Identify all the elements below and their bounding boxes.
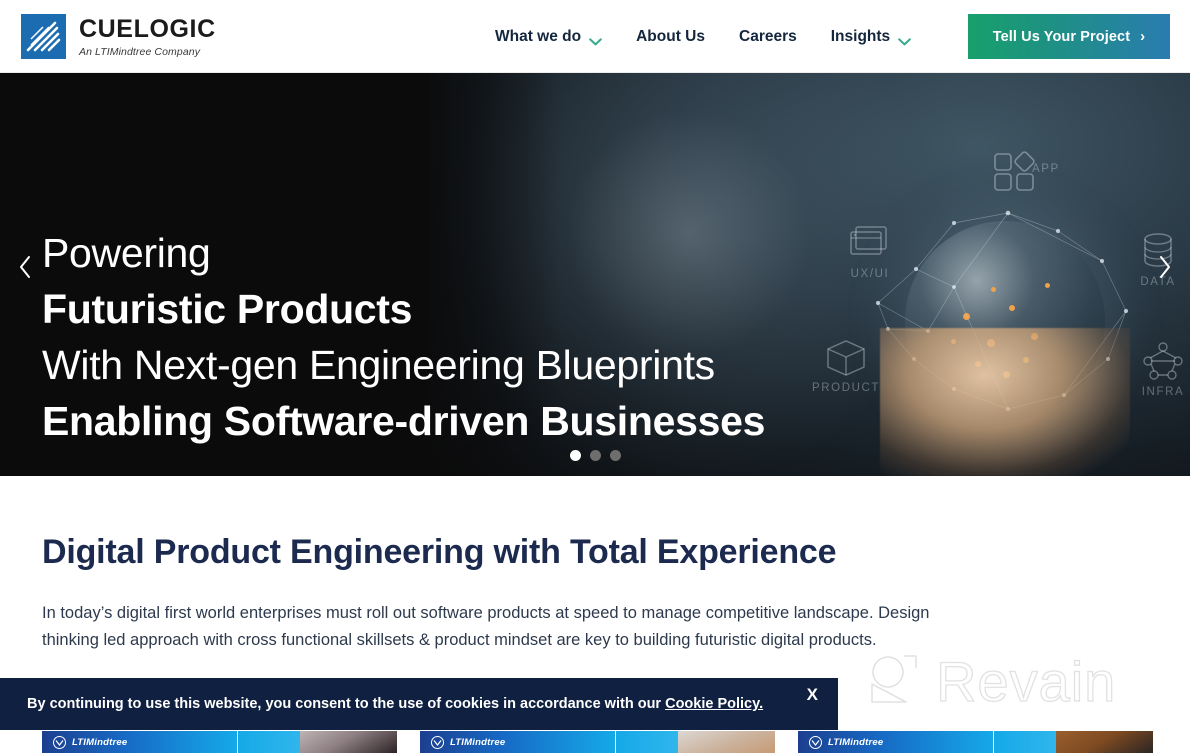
main-navigation: What we do About Us Careers Insights [495, 0, 912, 73]
cookie-message-text: By continuing to use this website, you c… [27, 696, 666, 712]
ltimindtree-logo-icon [53, 735, 66, 749]
carousel-dot-3[interactable] [609, 450, 621, 461]
card-brand-banner: LTIMindtree [420, 731, 615, 753]
card-thumbnail [1056, 731, 1153, 753]
section-description: In today’s digital first world enterpris… [42, 604, 930, 649]
hero-headline-line-3: With Next-gen Engineering Blueprints [42, 342, 715, 388]
chevron-down-icon [589, 33, 602, 45]
hero-headline-line-1: Powering [42, 230, 211, 276]
card-brand-label: LTIMindtree [72, 736, 128, 748]
nav-label: Insights [830, 27, 891, 45]
hero-headline-line-2: Futuristic Products [42, 286, 413, 332]
cuelogic-diagonal-stripes-icon [21, 14, 66, 59]
insight-card-1[interactable]: LTIMindtree [42, 731, 397, 753]
hero-overlay-uxui: UX/UI [834, 225, 906, 280]
card-brand-label: LTIMindtree [828, 736, 884, 748]
insight-card-2[interactable]: LTIMindtree [420, 731, 775, 753]
insight-card-3[interactable]: LTIMindtree [798, 731, 1153, 753]
nav-item-what-we-do[interactable]: What we do [495, 28, 602, 46]
nav-label: Careers [739, 27, 797, 45]
insights-card-row: LTIMindtree LTIMindtree LTIMindtree [0, 731, 1190, 753]
hero-overlay-app: APP [966, 151, 1076, 196]
card-dot-pattern [238, 731, 300, 753]
card-thumbnail [300, 731, 397, 753]
carousel-next-button[interactable] [1148, 252, 1182, 286]
hero-overlay-app-label: APP [1032, 163, 1060, 175]
chevron-right-icon [1158, 255, 1172, 284]
site-header: CUELOGIC An LTIMindtree Company What we … [0, 0, 1190, 73]
tell-us-your-project-button[interactable]: Tell Us Your Project › [968, 14, 1170, 59]
logo-name: CUELOGIC [79, 14, 216, 43]
logo-tagline: An LTIMindtree Company [79, 45, 201, 58]
hero-headline-line-4: Enabling Software-driven Businesses [42, 398, 766, 444]
hero-overlay-infra-label: INFRA [1141, 386, 1185, 398]
card-brand-banner: LTIMindtree [42, 731, 237, 753]
site-logo[interactable]: CUELOGIC An LTIMindtree Company [21, 14, 216, 59]
page-title: Digital Product Engineering with Total E… [42, 533, 837, 571]
card-dot-pattern [994, 731, 1056, 753]
nav-label: What we do [495, 27, 582, 45]
hero-overlay-product: PRODUCT [806, 337, 886, 394]
cta-label: Tell Us Your Project [992, 28, 1131, 45]
hero-carousel: APP UX/UI PRODUCT DATA INFRA Powering Fu… [0, 73, 1190, 476]
carousel-dots [0, 450, 1190, 461]
hero-overlay-infra: INFRA [1132, 341, 1190, 398]
close-icon[interactable]: X [801, 684, 824, 705]
carousel-prev-button[interactable] [8, 252, 42, 286]
cookie-policy-link[interactable]: Cookie Policy. [665, 696, 763, 712]
nav-label: About Us [636, 27, 705, 45]
card-dot-pattern [616, 731, 678, 753]
hero-headline: Powering Futuristic Products With Next-g… [42, 225, 765, 449]
chevron-right-icon: › [1140, 28, 1146, 45]
nav-item-careers[interactable]: Careers [739, 28, 797, 46]
cookie-consent-banner: By continuing to use this website, you c… [0, 678, 838, 730]
ltimindtree-logo-icon [809, 735, 822, 749]
carousel-dot-1[interactable] [569, 450, 581, 461]
chevron-down-icon [898, 33, 912, 45]
chevron-left-icon [18, 255, 32, 284]
nav-item-about-us[interactable]: About Us [636, 28, 705, 46]
card-brand-label: LTIMindtree [450, 736, 506, 748]
hero-overlay-uxui-label: UX/UI [850, 268, 890, 280]
card-thumbnail [678, 731, 775, 753]
carousel-dot-2[interactable] [589, 450, 601, 461]
nav-item-insights[interactable]: Insights [830, 27, 912, 46]
cookie-message: By continuing to use this website, you c… [27, 696, 763, 712]
card-brand-banner: LTIMindtree [798, 731, 993, 753]
logo-text-block: CUELOGIC An LTIMindtree Company [79, 16, 216, 58]
ltimindtree-logo-icon [431, 735, 444, 749]
hero-overlay-product-label: PRODUCT [811, 382, 881, 394]
